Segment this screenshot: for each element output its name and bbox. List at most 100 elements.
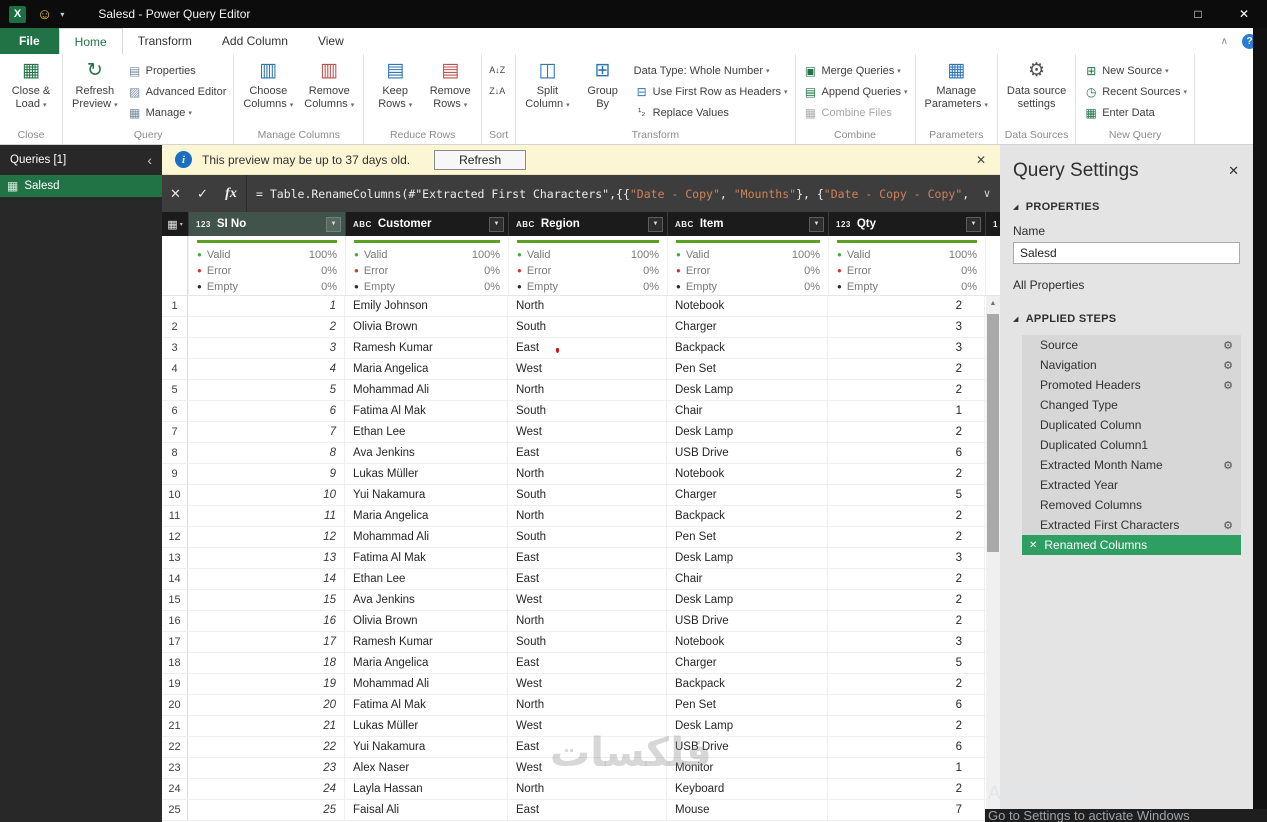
cell[interactable]: Charger xyxy=(667,653,828,673)
cell[interactable]: 3 xyxy=(828,548,985,568)
cell[interactable]: Chair xyxy=(667,569,828,589)
cell[interactable]: Charger xyxy=(667,485,828,505)
row-number[interactable]: 11 xyxy=(162,506,188,526)
tab-transform[interactable]: Transform xyxy=(123,28,207,54)
all-properties-link[interactable]: All Properties xyxy=(1000,264,1253,292)
cell[interactable]: 13 xyxy=(188,548,345,568)
cell[interactable]: 2 xyxy=(828,296,985,316)
table-row[interactable]: 2525Faisal AliEastMouse7 xyxy=(162,800,1000,821)
applied-step-extracted-year[interactable]: Extracted Year xyxy=(1022,475,1241,495)
append-queries-button[interactable]: ▤Append Queries▾ xyxy=(801,83,910,100)
row-number[interactable]: 18 xyxy=(162,653,188,673)
table-row[interactable]: 1818Maria AngelicaEastCharger5 xyxy=(162,653,1000,674)
gear-icon[interactable]: ⚙ xyxy=(1223,359,1233,372)
table-row[interactable]: 77Ethan LeeWestDesk Lamp2 xyxy=(162,422,1000,443)
cell[interactable]: Backpack xyxy=(667,506,828,526)
column-header-partial[interactable]: 1 xyxy=(985,212,1000,236)
row-number[interactable]: 9 xyxy=(162,464,188,484)
cell[interactable]: 3 xyxy=(828,632,985,652)
cell[interactable]: 2 xyxy=(828,716,985,736)
cell[interactable]: 2 xyxy=(828,464,985,484)
table-row[interactable]: 99Lukas MüllerNorthNotebook2 xyxy=(162,464,1000,485)
column-header-customer[interactable]: ABCCustomer▼ xyxy=(345,212,508,236)
table-row[interactable]: 44Maria AngelicaWestPen Set2 xyxy=(162,359,1000,380)
advanced-editor-button[interactable]: ▨Advanced Editor xyxy=(125,83,229,100)
cell[interactable]: Maria Angelica xyxy=(345,653,508,673)
remove-rows-button[interactable]: ▤RemoveRows▾ xyxy=(424,56,476,112)
row-number[interactable]: 19 xyxy=(162,674,188,694)
cell[interactable]: 2 xyxy=(828,569,985,589)
cell[interactable]: East xyxy=(508,548,667,568)
table-row[interactable]: 88Ava JenkinsEastUSB Drive6 xyxy=(162,443,1000,464)
gear-icon[interactable]: ⚙ xyxy=(1223,519,1233,532)
cell[interactable]: 2 xyxy=(828,611,985,631)
cell[interactable]: East xyxy=(508,653,667,673)
cell[interactable]: 2 xyxy=(828,779,985,799)
table-row[interactable]: 1010Yui NakamuraSouthCharger5 xyxy=(162,485,1000,506)
cell[interactable]: 1 xyxy=(828,401,985,421)
cell[interactable]: 1 xyxy=(188,296,345,316)
applied-step-promoted-headers[interactable]: Promoted Headers⚙ xyxy=(1022,375,1241,395)
cell[interactable]: South xyxy=(508,485,667,505)
cell[interactable]: 2 xyxy=(828,422,985,442)
cell[interactable]: 5 xyxy=(188,380,345,400)
quick-access-caret-icon[interactable]: ▾ xyxy=(60,10,64,19)
tab-add-column[interactable]: Add Column xyxy=(207,28,303,54)
cell[interactable]: Notebook xyxy=(667,464,828,484)
row-number[interactable]: 25 xyxy=(162,800,188,820)
row-number[interactable]: 2 xyxy=(162,317,188,337)
cell[interactable]: 9 xyxy=(188,464,345,484)
table-row[interactable]: 1919Mohammad AliWestBackpack2 xyxy=(162,674,1000,695)
cell[interactable]: West xyxy=(508,422,667,442)
applied-step-navigation[interactable]: Navigation⚙ xyxy=(1022,355,1241,375)
cell[interactable]: Charger xyxy=(667,317,828,337)
cell[interactable]: Ethan Lee xyxy=(345,422,508,442)
table-row[interactable]: 1212Mohammad AliSouthPen Set2 xyxy=(162,527,1000,548)
cell[interactable]: 17 xyxy=(188,632,345,652)
manage-parameters-button[interactable]: ▦ManageParameters▾ xyxy=(921,56,992,112)
use-first-row-as-headers-button[interactable]: ⊟Use First Row as Headers▾ xyxy=(632,83,790,100)
manage-button[interactable]: ▦Manage▾ xyxy=(125,104,229,121)
cell[interactable]: Ramesh Kumar xyxy=(345,632,508,652)
cell[interactable]: 2 xyxy=(828,674,985,694)
cell[interactable]: North xyxy=(508,611,667,631)
cell[interactable]: 2 xyxy=(828,380,985,400)
gear-icon[interactable]: ⚙ xyxy=(1223,339,1233,352)
column-header-si-no[interactable]: 123SI No▼ xyxy=(188,212,345,236)
cell[interactable]: Desk Lamp xyxy=(667,422,828,442)
sort-descending-icon-button[interactable]: Z↓A xyxy=(487,83,510,100)
table-row[interactable]: 1515Ava JenkinsWestDesk Lamp2 xyxy=(162,590,1000,611)
row-number[interactable]: 12 xyxy=(162,527,188,547)
formula-input[interactable]: = Table.RenameColumns(#"Extracted First … xyxy=(246,175,974,212)
select-all-corner[interactable]: ▦ ▾ xyxy=(162,212,188,236)
row-number[interactable]: 15 xyxy=(162,590,188,610)
cell[interactable]: Lukas Müller xyxy=(345,464,508,484)
cell[interactable]: Layla Hassan xyxy=(345,779,508,799)
row-number[interactable]: 23 xyxy=(162,758,188,778)
cell[interactable]: North xyxy=(508,506,667,526)
cell[interactable]: Yui Nakamura xyxy=(345,737,508,757)
row-number[interactable]: 24 xyxy=(162,779,188,799)
cell[interactable]: Backpack xyxy=(667,338,828,358)
cell[interactable]: Backpack xyxy=(667,674,828,694)
cell[interactable]: 15 xyxy=(188,590,345,610)
close-panel-icon[interactable]: ✕ xyxy=(1228,163,1239,179)
cell[interactable]: 3 xyxy=(828,317,985,337)
table-row[interactable]: 2424Layla HassanNorthKeyboard2 xyxy=(162,779,1000,800)
row-number[interactable]: 10 xyxy=(162,485,188,505)
cell[interactable]: 10 xyxy=(188,485,345,505)
group-by-button[interactable]: ⊞GroupBy xyxy=(577,56,629,111)
row-number[interactable]: 22 xyxy=(162,737,188,757)
table-row[interactable]: 22Olivia BrownSouthCharger3 xyxy=(162,317,1000,338)
cell[interactable]: Notebook xyxy=(667,296,828,316)
merge-queries-button[interactable]: ▣Merge Queries▾ xyxy=(801,62,910,79)
cell[interactable]: East xyxy=(508,338,667,358)
applied-step-duplicated-column1[interactable]: Duplicated Column1 xyxy=(1022,435,1241,455)
row-number[interactable]: 13 xyxy=(162,548,188,568)
choose-columns-button[interactable]: ▥ChooseColumns▾ xyxy=(239,56,297,112)
row-number[interactable]: 1 xyxy=(162,296,188,316)
recent-sources-button[interactable]: ◷Recent Sources▾ xyxy=(1081,83,1189,100)
cell[interactable]: 6 xyxy=(828,443,985,463)
cell[interactable]: 11 xyxy=(188,506,345,526)
applied-step-renamed-columns[interactable]: ✕Renamed Columns xyxy=(1022,535,1241,555)
